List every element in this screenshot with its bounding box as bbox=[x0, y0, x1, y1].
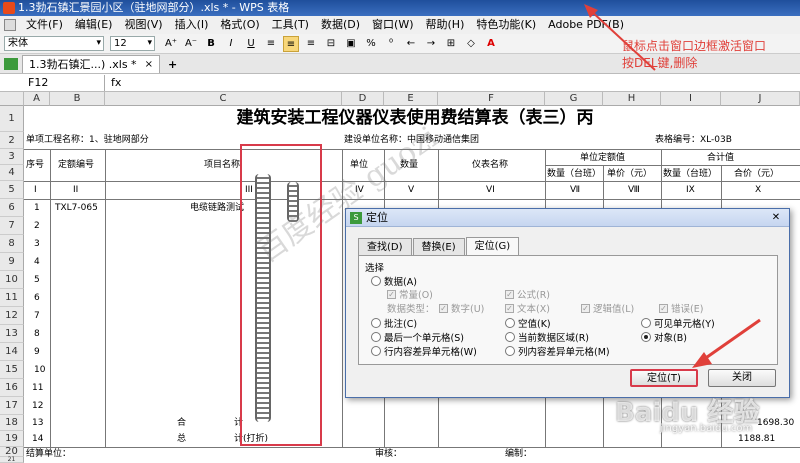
baidu-url-watermark: jingyan.baidu.com bbox=[660, 423, 753, 434]
arrow-to-locate-button bbox=[699, 318, 761, 364]
annotation-text: 鼠标点击窗口边框激活窗口 按DEL键,删除 bbox=[622, 39, 767, 70]
